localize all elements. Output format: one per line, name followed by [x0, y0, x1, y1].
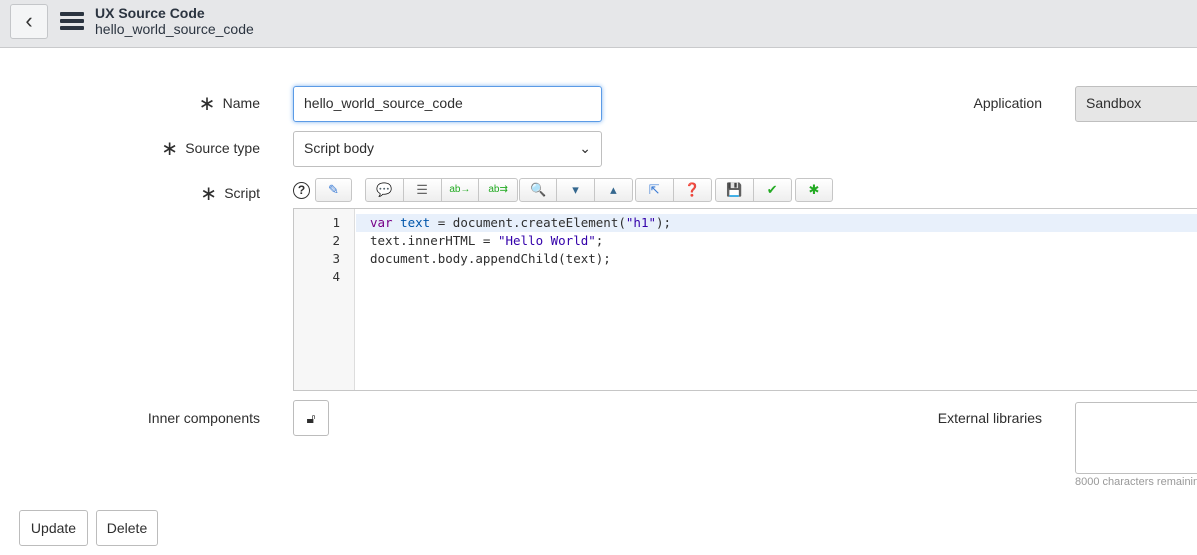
code-token: );	[656, 215, 672, 230]
hamburger-icon[interactable]	[60, 12, 84, 31]
format-icon[interactable]: ☰	[404, 179, 442, 201]
code-line: text.innerHTML = "Hello World";	[370, 233, 603, 248]
delete-button[interactable]: Delete	[96, 510, 158, 546]
save-icon[interactable]: 💾	[716, 179, 754, 201]
code-line: document.body.appendChild(text);	[370, 251, 611, 266]
next-icon[interactable]: ▾	[557, 179, 595, 201]
toolbar-group: 💾 ✔	[715, 178, 792, 202]
comment-icon[interactable]: 💬	[366, 179, 404, 201]
lock-icon: 🔓︎	[306, 410, 316, 426]
line-number: 3	[332, 251, 340, 266]
code-token: document.body.appendChild(text);	[370, 251, 611, 266]
replace-icon[interactable]: ab→	[442, 179, 480, 201]
code-token: "h1"	[625, 215, 656, 230]
application-label: Application	[973, 95, 1043, 111]
line-number: 4	[332, 269, 340, 284]
code-line: var text = document.createElement("h1");	[370, 215, 671, 230]
script-editor[interactable]: 1234 var text = document.createElement("…	[293, 208, 1197, 391]
fullscreen-icon[interactable]: ⇱	[636, 179, 674, 201]
code-token: text	[400, 215, 431, 230]
record-name: hello_world_source_code	[95, 21, 254, 37]
previous-icon[interactable]: ▴	[595, 179, 632, 201]
code-token: text.innerHTML =	[370, 233, 498, 248]
external-libraries-label: External libraries	[937, 410, 1042, 426]
code-token: "Hello World"	[497, 233, 596, 248]
code-token: var	[370, 215, 393, 230]
external-libraries-textarea[interactable]	[1075, 402, 1197, 474]
back-button[interactable]: ‹	[10, 4, 48, 39]
toolbar-group: ✎	[315, 178, 352, 202]
page-title: UX Source Code	[95, 5, 205, 21]
name-label: ∗ Name	[198, 93, 260, 115]
lock-button[interactable]: 🔓︎	[293, 400, 329, 436]
chevron-left-icon: ‹	[25, 8, 33, 33]
code-token: = document.createElement(	[430, 215, 626, 230]
chevron-down-icon: ⌄	[579, 140, 591, 156]
name-input[interactable]: hello_world_source_code	[293, 86, 602, 122]
replace-all-icon[interactable]: ab⇉	[479, 179, 517, 201]
format-code-icon[interactable]: ✎	[316, 179, 351, 201]
debug-icon[interactable]: ✱	[796, 179, 832, 201]
characters-remaining: 8000 characters remaining	[1075, 476, 1197, 488]
line-gutter: 1 2 3 4	[294, 209, 355, 390]
source-type-select[interactable]: Script body ⌄	[293, 131, 602, 167]
source-type-label: ∗ Source type	[161, 138, 260, 160]
inner-components-label: Inner components	[147, 410, 260, 426]
application-field: Sandbox	[1075, 86, 1197, 122]
code-token: ;	[595, 233, 604, 248]
toolbar-group: 🔍 ▾ ▴	[519, 178, 633, 202]
search-icon[interactable]: 🔍	[520, 179, 558, 201]
toolbar-group: ✱	[795, 178, 833, 202]
toolbar-group: 💬 ☰ ab→ ab⇉	[365, 178, 518, 202]
line-number: 1	[332, 215, 340, 230]
script-label: ∗ Script	[200, 183, 260, 205]
required-icon: ∗	[161, 138, 179, 160]
help-icon[interactable]: ?	[293, 182, 310, 199]
header-bar: ‹ UX Source Code hello_world_source_code	[0, 0, 1197, 48]
source-type-value: Script body	[304, 140, 375, 156]
required-icon: ∗	[200, 183, 217, 205]
syntax-check-icon[interactable]: ✔	[754, 179, 792, 201]
help-circle-icon[interactable]: ❓	[674, 179, 712, 201]
toolbar-group: ⇱ ❓	[635, 178, 712, 202]
line-number: 2	[332, 233, 340, 248]
update-button[interactable]: Update	[19, 510, 88, 546]
required-icon: ∗	[198, 93, 216, 115]
